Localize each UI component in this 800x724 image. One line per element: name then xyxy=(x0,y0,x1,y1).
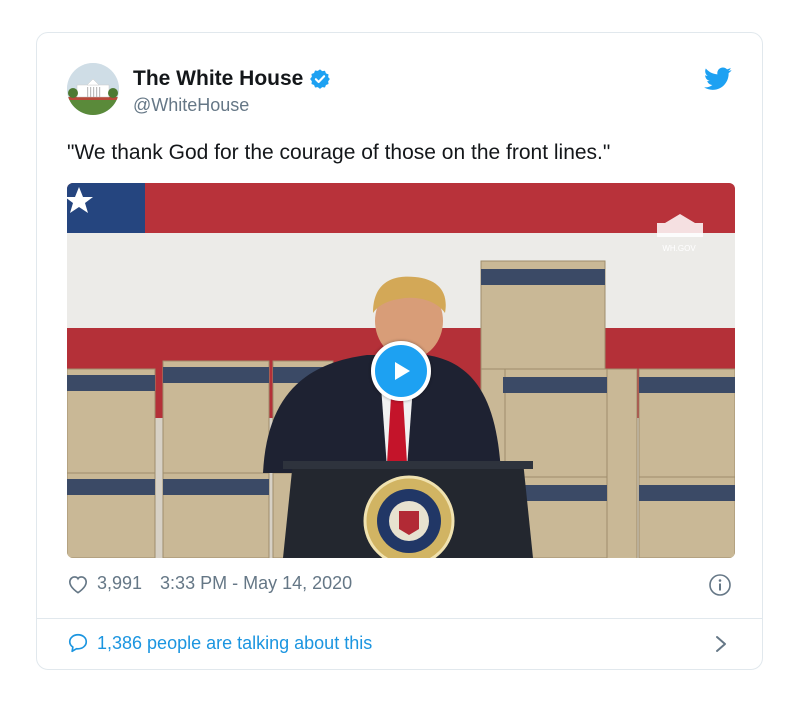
author-name-row[interactable]: The White House xyxy=(133,67,331,91)
tweet-text: "We thank God for the courage of those o… xyxy=(67,141,611,164)
heart-icon[interactable] xyxy=(67,574,89,594)
divider xyxy=(37,618,762,619)
tweet-timestamp[interactable]: 3:33 PM - May 14, 2020 xyxy=(160,573,352,594)
white-house-avatar-image xyxy=(67,63,119,115)
wh-gov-watermark: WH.GOV xyxy=(662,244,696,253)
chevron-right-icon[interactable] xyxy=(712,633,730,655)
like-count[interactable]: 3,991 xyxy=(97,573,142,594)
video-thumbnail[interactable]: WH.GOV xyxy=(67,183,735,558)
info-icon[interactable] xyxy=(708,573,732,597)
tweet-meta-row: 3,991 3:33 PM - May 14, 2020 xyxy=(67,573,352,594)
author-name[interactable]: The White House xyxy=(133,67,303,91)
play-icon xyxy=(395,362,410,380)
conversation-link[interactable]: 1,386 people are talking about this xyxy=(67,632,372,654)
twitter-bird-icon[interactable] xyxy=(704,67,732,91)
author-avatar[interactable] xyxy=(67,63,119,115)
author-handle[interactable]: @WhiteHouse xyxy=(133,95,249,116)
play-button[interactable] xyxy=(371,341,431,401)
talking-count-text[interactable]: 1,386 people are talking about this xyxy=(97,633,372,654)
verified-badge-icon xyxy=(309,68,331,90)
speech-bubble-icon xyxy=(67,632,89,654)
tweet-card[interactable]: The White House @WhiteHouse "We thank Go… xyxy=(36,32,763,670)
